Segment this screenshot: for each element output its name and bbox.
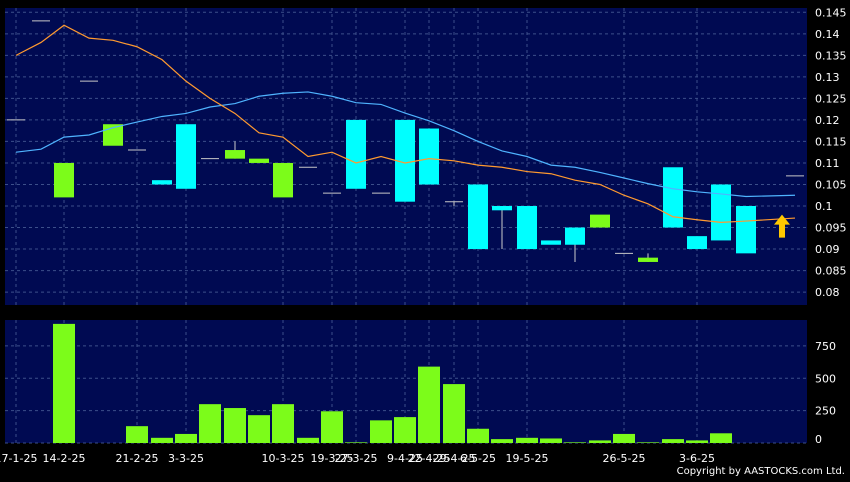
price-y-tick-label: 0.09 (815, 243, 840, 256)
volume-bar (345, 442, 367, 443)
volume-y-tick-label: 0 (815, 433, 822, 446)
price-y-tick-label: 0.125 (815, 92, 847, 105)
candle-up (54, 162, 74, 198)
volume-bar (710, 433, 732, 443)
volume-bar (151, 437, 173, 443)
price-y-tick-label: 0.145 (815, 6, 847, 19)
volume-bar (686, 440, 708, 443)
volume-bar (613, 433, 635, 443)
price-y-tick-label: 0.08 (815, 286, 840, 299)
x-tick-label: 19-5-25 (506, 452, 549, 465)
price-y-tick-label: 0.135 (815, 49, 847, 62)
x-tick-label: 3-3-25 (168, 452, 204, 465)
candle-down (565, 227, 585, 245)
candle-down (541, 240, 561, 245)
x-tick-label: 14-2-25 (43, 452, 86, 465)
candle-down (492, 206, 512, 211)
x-tick-label: 6-5-25 (460, 452, 496, 465)
volume-bar (467, 428, 489, 443)
stock-chart: 0.08 0.085 0.09 0.095 0.1 0.105 0.11 0.115 0.12 0… (0, 0, 850, 478)
x-tick-label: 27-3-25 (335, 452, 378, 465)
x-tick-label: 10-3-25 (262, 452, 305, 465)
candle-down (736, 206, 756, 254)
x-tick-label: 17-1-25 (0, 452, 37, 465)
candle-down (419, 128, 439, 185)
price-y-tick-label: 0.1 (815, 200, 833, 213)
volume-bar (394, 417, 416, 443)
candle-down (176, 124, 196, 189)
x-tick-label: 3-6-25 (679, 452, 715, 465)
volume-bar (272, 404, 294, 443)
candle-down (517, 206, 537, 250)
volume-bar (491, 439, 513, 443)
price-y-tick-label: 0.13 (815, 71, 840, 84)
volume-bar (516, 437, 538, 443)
volume-bar (370, 420, 392, 443)
x-tick-label: 26-5-25 (603, 452, 646, 465)
price-y-tick-label: 0.095 (815, 222, 847, 235)
price-y-tick-label: 0.105 (815, 178, 847, 191)
candle-up (638, 257, 658, 262)
volume-y-tick-label: 750 (815, 340, 836, 353)
volume-bar (540, 438, 562, 443)
volume-bar (53, 323, 75, 443)
volume-y-tick-label: 250 (815, 405, 836, 418)
volume-bar (248, 415, 270, 443)
volume-bar (199, 404, 221, 443)
price-y-tick-label: 0.12 (815, 114, 840, 127)
volume-bar (175, 433, 197, 443)
volume-bar (224, 408, 246, 443)
price-y-tick-label: 0.14 (815, 28, 840, 41)
candle-up (225, 150, 245, 159)
candle-down (152, 180, 172, 185)
candle-up (273, 162, 293, 198)
volume-bar (297, 437, 319, 443)
volume-bar (637, 442, 659, 443)
price-y-tick-label: 0.115 (815, 135, 847, 148)
price-y-tick-label: 0.085 (815, 265, 847, 278)
candle-down (687, 236, 707, 250)
volume-bar (662, 439, 684, 443)
volume-panel: 0 250 500 750 (5, 320, 836, 446)
candle-down (468, 184, 488, 250)
volume-bar (589, 440, 611, 443)
volume-bar (564, 442, 586, 443)
x-tick-label: 21-2-25 (116, 452, 159, 465)
candle-up (249, 158, 269, 163)
copyright-text: Copyright by AASTOCKS.com Ltd. (677, 466, 845, 477)
chart-canvas: 0.08 0.085 0.09 0.095 0.1 0.105 0.11 0.115 0.12 0… (0, 0, 850, 478)
volume-bar (126, 426, 148, 443)
candle-down (663, 167, 683, 228)
candle-down (346, 119, 366, 189)
volume-bar (443, 384, 465, 443)
volume-y-tick-label: 500 (815, 372, 836, 385)
candle-up (590, 214, 610, 228)
volume-bar (418, 366, 440, 443)
price-panel: 0.08 0.085 0.09 0.095 0.1 0.105 0.11 0.115 0.12 0… (5, 6, 847, 305)
volume-bar (321, 411, 343, 443)
price-y-tick-label: 0.11 (815, 157, 840, 170)
